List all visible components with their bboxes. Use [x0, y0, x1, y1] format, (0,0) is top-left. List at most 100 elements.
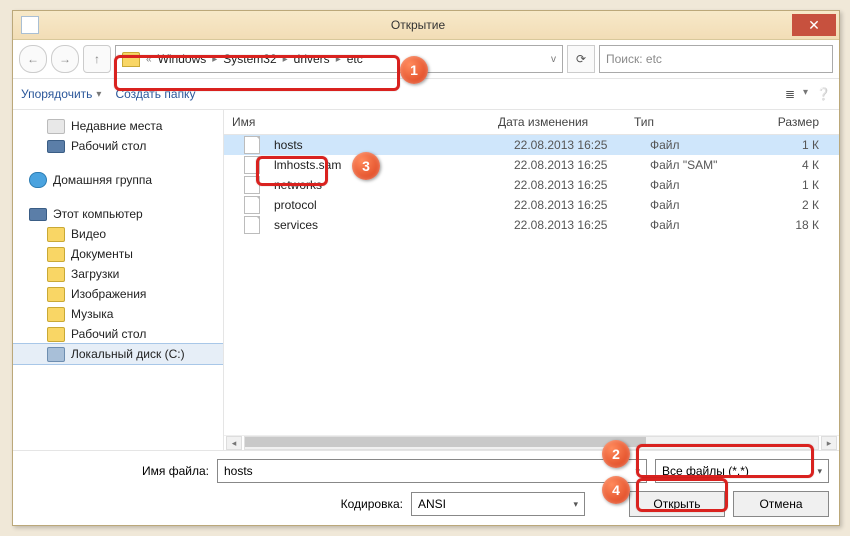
- breadcrumb[interactable]: drivers: [294, 52, 330, 66]
- sidebar-item-downloads[interactable]: Загрузки: [13, 264, 223, 284]
- scroll-right-icon[interactable]: ▸: [821, 436, 837, 450]
- address-bar[interactable]: « Windows ▸ System32 ▸ drivers ▸ etc v: [115, 45, 563, 73]
- file-icon: [244, 216, 260, 234]
- breadcrumb[interactable]: System32: [223, 52, 276, 66]
- file-type: Файл: [642, 178, 778, 192]
- search-input[interactable]: Поиск: etc: [599, 45, 833, 73]
- organize-button[interactable]: Упорядочить ▾: [21, 87, 101, 101]
- address-dropdown[interactable]: v: [551, 54, 556, 65]
- refresh-icon: ⟳: [576, 52, 586, 66]
- cancel-button[interactable]: Отмена: [733, 491, 829, 517]
- sidebar-item-recent[interactable]: Недавние места: [13, 116, 223, 136]
- arrow-right-icon: →: [59, 52, 71, 66]
- file-list: Имя Дата изменения Тип Размер hosts22.08…: [224, 110, 839, 450]
- folder-icon: [47, 327, 65, 342]
- scroll-track[interactable]: [244, 436, 819, 450]
- close-icon: ✕: [808, 17, 820, 34]
- table-row[interactable]: lmhosts.sam22.08.2013 16:25Файл "SAM"4 К: [224, 155, 839, 175]
- forward-button[interactable]: →: [51, 45, 79, 73]
- encoding-value: ANSI: [418, 497, 446, 511]
- table-row[interactable]: networks22.08.2013 16:25Файл1 К: [224, 175, 839, 195]
- col-type[interactable]: Тип: [626, 115, 762, 129]
- scroll-thumb[interactable]: [245, 437, 646, 447]
- file-date: 22.08.2013 16:25: [506, 158, 642, 172]
- footer: Имя файла: hosts ▾ Все файлы (*.*) ▾ Код…: [13, 451, 839, 525]
- view-icon: ≣: [785, 87, 795, 101]
- breadcrumb[interactable]: Windows: [158, 52, 207, 66]
- help-icon[interactable]: ❔: [816, 87, 831, 101]
- table-row[interactable]: hosts22.08.2013 16:25Файл1 К: [224, 135, 839, 155]
- col-size[interactable]: Размер: [762, 115, 839, 129]
- column-headers[interactable]: Имя Дата изменения Тип Размер: [224, 110, 839, 135]
- file-date: 22.08.2013 16:25: [506, 178, 642, 192]
- close-button[interactable]: ✕: [792, 14, 836, 36]
- filter-value: Все файлы (*.*): [662, 464, 749, 478]
- col-name[interactable]: Имя: [224, 115, 490, 129]
- chevron-right-icon: ▸: [283, 54, 288, 65]
- file-size: 1 К: [778, 138, 839, 152]
- table-row[interactable]: services22.08.2013 16:25Файл18 К: [224, 215, 839, 235]
- sidebar-item-desktop[interactable]: Рабочий стол: [13, 136, 223, 156]
- nav-tree: Недавние места Рабочий стол Домашняя гру…: [13, 110, 224, 450]
- back-button[interactable]: ←: [19, 45, 47, 73]
- file-type: Файл "SAM": [642, 158, 778, 172]
- folder-icon: [47, 267, 65, 282]
- file-type: Файл: [642, 198, 778, 212]
- file-name: hosts: [266, 138, 506, 152]
- folder-icon: [122, 52, 140, 67]
- filename-input[interactable]: hosts ▾: [217, 459, 647, 483]
- sidebar-item-music[interactable]: Музыка: [13, 304, 223, 324]
- sidebar-item-documents[interactable]: Документы: [13, 244, 223, 264]
- folder-icon: [47, 287, 65, 302]
- arrow-up-icon: ↑: [94, 52, 100, 66]
- search-placeholder: Поиск: etc: [606, 52, 662, 66]
- file-date: 22.08.2013 16:25: [506, 218, 642, 232]
- up-button[interactable]: ↑: [83, 45, 111, 73]
- encoding-select[interactable]: ANSI ▾: [411, 492, 585, 516]
- view-options[interactable]: ≣ ▾ ❔: [785, 87, 831, 101]
- col-date[interactable]: Дата изменения: [490, 115, 626, 129]
- open-button[interactable]: Открыть: [629, 491, 725, 517]
- computer-icon: [29, 208, 47, 221]
- sidebar-item-pictures[interactable]: Изображения: [13, 284, 223, 304]
- file-filter-select[interactable]: Все файлы (*.*) ▾: [655, 459, 829, 483]
- sidebar-item-homegroup[interactable]: Домашняя группа: [13, 170, 223, 190]
- sidebar-item-video[interactable]: Видео: [13, 224, 223, 244]
- file-type: Файл: [642, 138, 778, 152]
- annotation-badge-3: 3: [352, 152, 380, 180]
- table-row[interactable]: protocol22.08.2013 16:25Файл2 К: [224, 195, 839, 215]
- file-rows: hosts22.08.2013 16:25Файл1 Кlmhosts.sam2…: [224, 135, 839, 435]
- refresh-button[interactable]: ⟳: [567, 45, 595, 73]
- file-name: services: [266, 218, 506, 232]
- breadcrumb[interactable]: etc: [347, 52, 363, 66]
- toolbar: Упорядочить ▾ Создать папку ≣ ▾ ❔: [13, 78, 839, 110]
- folder-icon: [47, 307, 65, 322]
- sidebar-item-thispc[interactable]: Этот компьютер: [13, 204, 223, 224]
- new-folder-button[interactable]: Создать папку: [115, 87, 195, 101]
- breadcrumb-prefix: «: [146, 54, 152, 65]
- file-icon: [244, 176, 260, 194]
- chevron-down-icon: ▾: [635, 466, 640, 477]
- sidebar-item-deskfolder[interactable]: Рабочий стол: [13, 324, 223, 344]
- file-size: 2 К: [778, 198, 839, 212]
- sidebar-item-localdisk[interactable]: Локальный диск (C:): [13, 344, 223, 364]
- chevron-down-icon: ▾: [573, 499, 578, 510]
- file-icon: [244, 156, 260, 174]
- file-size: 4 К: [778, 158, 839, 172]
- file-name: protocol: [266, 198, 506, 212]
- file-name: networks: [266, 178, 506, 192]
- annotation-badge-4: 4: [602, 476, 630, 504]
- window-title: Открытие: [47, 18, 789, 32]
- arrow-left-icon: ←: [27, 52, 39, 66]
- annotation-badge-2: 2: [602, 440, 630, 468]
- chevron-down-icon: ▾: [803, 87, 808, 101]
- scroll-left-icon[interactable]: ◂: [226, 436, 242, 450]
- app-icon: [21, 16, 39, 34]
- folder-icon: [47, 227, 65, 242]
- titlebar: Открытие ✕: [13, 11, 839, 40]
- horizontal-scrollbar[interactable]: ◂ ▸: [224, 435, 839, 450]
- file-date: 22.08.2013 16:25: [506, 198, 642, 212]
- folder-icon: [47, 247, 65, 262]
- file-icon: [244, 196, 260, 214]
- file-size: 18 К: [778, 218, 839, 232]
